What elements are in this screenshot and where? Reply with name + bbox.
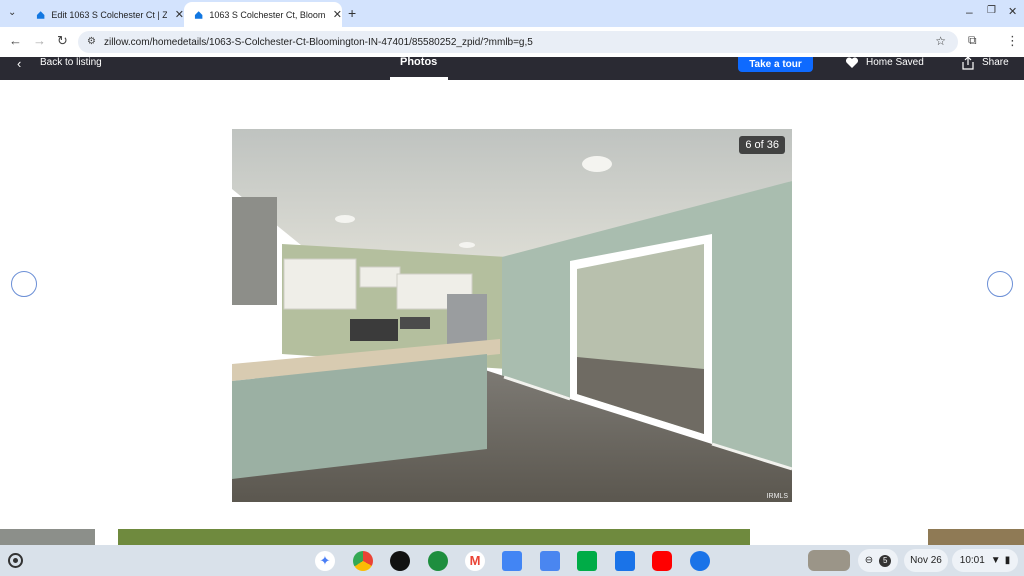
- holding-space-thumbnail[interactable]: [808, 550, 850, 571]
- take-a-tour-button[interactable]: Take a tour: [738, 57, 813, 72]
- address-bar[interactable]: ⚙ zillow.com/homedetails/1063-S-Colchest…: [78, 31, 958, 53]
- thumbnail[interactable]: [118, 529, 750, 545]
- home-saved-label[interactable]: Home Saved: [866, 57, 924, 68]
- date-pill[interactable]: Nov 26: [904, 549, 948, 572]
- forward-arrow-icon[interactable]: →: [33, 33, 46, 48]
- wifi-icon: ▼: [990, 555, 1001, 566]
- thumbnail-strip: [0, 529, 1024, 545]
- share-icon[interactable]: [961, 56, 975, 70]
- browser-toolbar: ← → ↻ ⚙ zillow.com/homedetails/1063-S-Co…: [0, 27, 1024, 57]
- bookmark-star-icon[interactable]: ☆: [935, 34, 946, 48]
- status-area[interactable]: 10:01 ▼ ▮: [952, 549, 1018, 572]
- gmail-app-icon[interactable]: M: [465, 551, 485, 571]
- kitchen-photo-image: [232, 129, 792, 502]
- thumbnail[interactable]: [0, 529, 95, 545]
- gemini-app-icon[interactable]: ✦: [315, 551, 335, 571]
- tab-title: Edit 1063 S Colchester Ct | Zillo: [51, 9, 167, 20]
- chrome-app-icon[interactable]: [353, 551, 373, 571]
- tab-close-icon[interactable]: ✕: [333, 8, 342, 21]
- zillow-favicon-icon: [36, 10, 45, 19]
- calendar-app-icon[interactable]: [502, 551, 522, 571]
- battery-icon: ▮: [1004, 555, 1011, 566]
- tab-close-icon[interactable]: ✕: [175, 8, 184, 21]
- restore-window-icon[interactable]: ❐: [987, 5, 996, 16]
- listing-photo: 6 of 36 IRMLS: [232, 129, 792, 502]
- podcasts-app-icon[interactable]: [390, 551, 410, 571]
- system-shelf: ✦ M ⊖ 5 Nov 26 10:01 ▼ ▮: [0, 545, 1024, 576]
- photo-counter-text: 6 of 36: [745, 139, 779, 151]
- previous-photo-button[interactable]: [11, 271, 37, 297]
- mls-watermark: IRMLS: [766, 493, 788, 500]
- date-text: Nov 26: [910, 555, 942, 566]
- back-arrow-icon[interactable]: ←: [9, 33, 22, 48]
- tab-title: 1063 S Colchester Ct, Bloomingt: [209, 9, 325, 20]
- docs-app-icon[interactable]: [540, 551, 560, 571]
- files-app-icon[interactable]: [615, 551, 635, 571]
- tab-strip: ⌄ Edit 1063 S Colchester Ct | Zillo ✕ 10…: [0, 0, 1024, 27]
- dnd-icon: ⊖: [864, 555, 874, 566]
- minimize-window-icon[interactable]: –: [966, 5, 973, 19]
- zillow-favicon-icon: [194, 10, 203, 19]
- notification-count: 5: [879, 554, 892, 567]
- extensions-icon[interactable]: ⧉: [968, 33, 977, 48]
- close-window-icon[interactable]: ✕: [1008, 5, 1017, 18]
- launcher-button[interactable]: [8, 553, 23, 568]
- back-chevron-icon[interactable]: ‹: [17, 56, 21, 71]
- meet-app-icon[interactable]: [577, 551, 597, 571]
- tab-search-icon[interactable]: ⌄: [8, 7, 16, 18]
- clock-text: 10:01: [959, 555, 985, 566]
- heart-icon[interactable]: [845, 57, 859, 69]
- apps-grid-icon[interactable]: [428, 551, 448, 571]
- back-to-listing-link[interactable]: Back to listing: [40, 57, 102, 68]
- photos-tab-title[interactable]: Photos: [400, 56, 437, 68]
- photo-counter: 6 of 36: [739, 136, 785, 154]
- tab-edit-listing[interactable]: Edit 1063 S Colchester Ct | Zillo ✕: [26, 2, 184, 27]
- youtube-app-icon[interactable]: [652, 551, 672, 571]
- messages-app-icon[interactable]: [690, 551, 710, 571]
- next-photo-button[interactable]: [987, 271, 1013, 297]
- share-label[interactable]: Share: [982, 57, 1009, 68]
- photos-tab-underline: [390, 77, 448, 80]
- url-text: zillow.com/homedetails/1063-S-Colchester…: [104, 36, 533, 48]
- reload-icon[interactable]: ↻: [57, 33, 68, 49]
- browser-menu-icon[interactable]: ⋮: [1006, 33, 1019, 49]
- new-tab-button[interactable]: +: [348, 5, 356, 21]
- notification-pill[interactable]: ⊖ 5: [858, 549, 898, 572]
- thumbnail[interactable]: [928, 529, 1024, 545]
- tab-listing-photos[interactable]: 1063 S Colchester Ct, Bloomingt ✕: [184, 2, 342, 27]
- gallery-header: ‹ Back to listing Photos Take a tour Hom…: [0, 56, 1024, 80]
- site-info-icon[interactable]: ⚙: [87, 36, 96, 47]
- take-a-tour-label: Take a tour: [749, 59, 802, 70]
